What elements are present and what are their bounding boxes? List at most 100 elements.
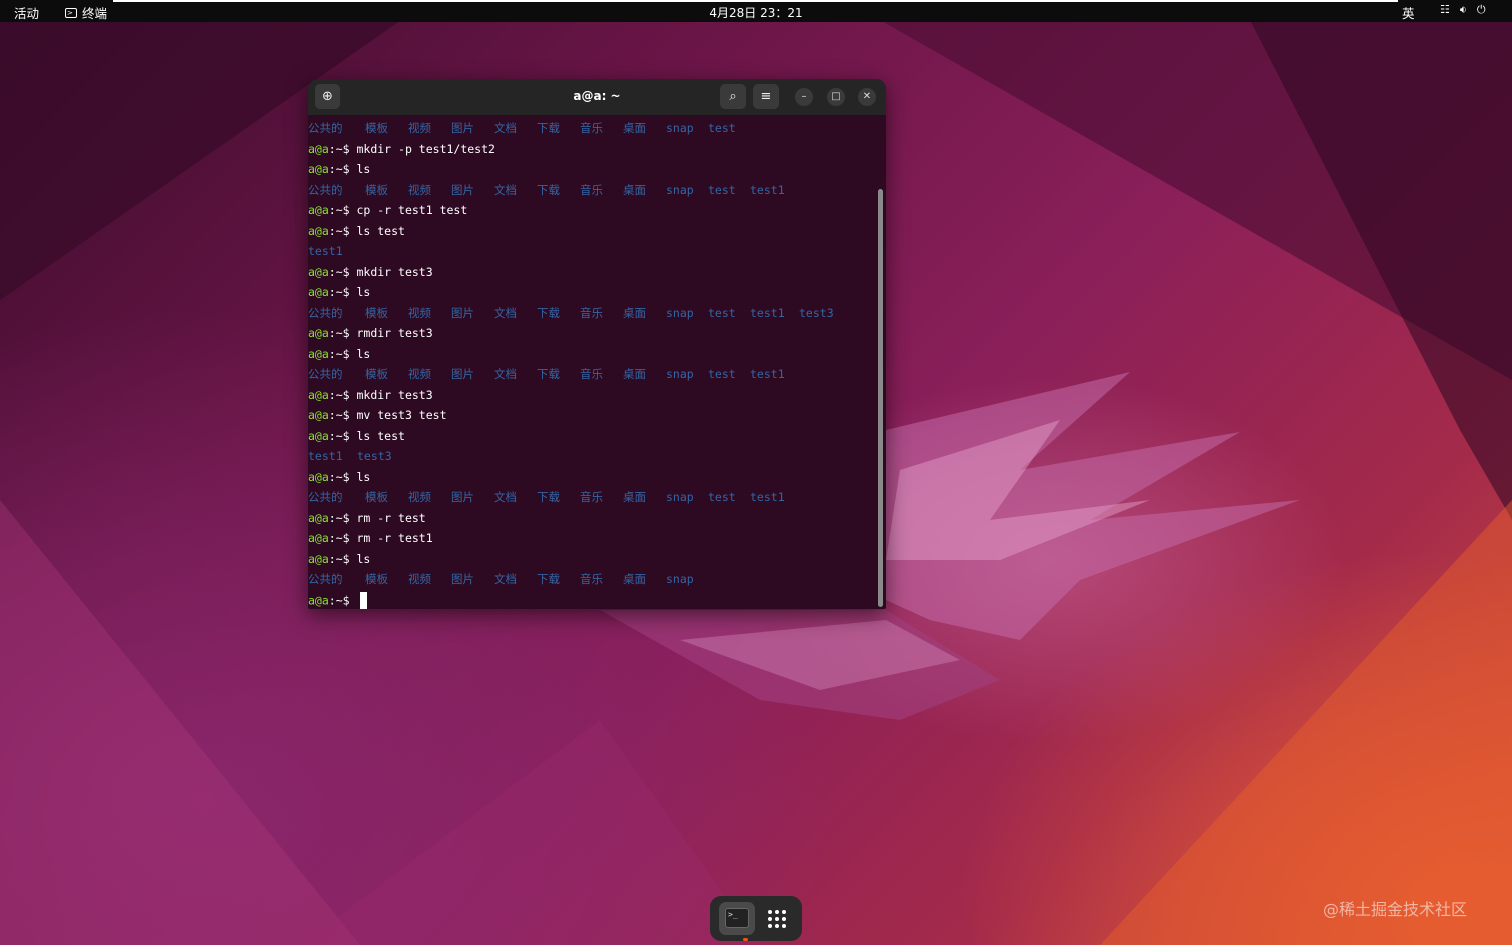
command-text: cp -r test1 test (356, 203, 468, 217)
directory-entry: 文档 (494, 572, 517, 586)
command-line: a@a:~$ ls test (308, 223, 878, 244)
directory-entry: 图片 (451, 182, 474, 197)
directory-entry: 文档 (494, 121, 517, 135)
command-line: a@a:~$ mkdir -p test1/test2 (308, 141, 878, 162)
directory-entry: test1 (308, 449, 343, 463)
directory-entry: test (708, 490, 736, 504)
output-line: test1 test3 (308, 448, 878, 469)
command-line: a@a:~$ ls (308, 346, 878, 367)
directory-entry: test3 (357, 449, 392, 463)
input-method-indicator[interactable]: 英 (1402, 3, 1415, 22)
directory-entry: snap (666, 367, 694, 381)
command-line: a@a:~$ ls (308, 469, 878, 490)
search-icon: ⌕ (729, 89, 737, 104)
directory-entry: test1 (750, 305, 785, 320)
directory-entry: test (708, 367, 736, 381)
watermark: @稀土掘金技术社区 (1323, 900, 1468, 919)
directory-entry: 文档 (494, 182, 517, 197)
command-text: ls (356, 285, 371, 299)
prompt-user: a@a (308, 264, 329, 279)
top-bar-loading-line (113, 0, 1398, 2)
directory-entry: 音乐 (580, 572, 603, 586)
prompt-path: :~$ (328, 141, 357, 156)
directory-entry: 文档 (494, 367, 517, 381)
minimize-icon: – (801, 91, 807, 102)
command-line: a@a:~$ mv test3 test (308, 407, 878, 428)
directory-entry: 公共的 (308, 572, 343, 586)
running-indicator (743, 938, 748, 941)
directory-entry: 桌面 (623, 490, 646, 504)
directory-entry: 下载 (537, 121, 560, 135)
directory-entry: test1 (750, 182, 785, 197)
terminal-titlebar[interactable]: ⊕ a@a: ~ ⌕ ≡ – □ ✕ (308, 79, 886, 115)
directory-entry: snap (666, 121, 694, 135)
directory-entry: 文档 (494, 305, 517, 320)
command-line: a@a:~$ mkdir test3 (308, 387, 878, 408)
terminal-scrollbar[interactable] (878, 189, 883, 607)
directory-entry: snap (666, 572, 694, 586)
directory-entry: 桌面 (623, 305, 646, 320)
command-line: a@a:~$ ls (308, 284, 878, 305)
directory-entry: test (708, 182, 736, 197)
command-line: a@a:~$ ls (308, 161, 878, 182)
prompt-user: a@a (308, 223, 329, 238)
prompt-user: a@a (308, 285, 329, 299)
command-line: a@a:~$ rm -r test1 (308, 530, 878, 551)
active-prompt-line[interactable]: a@a:~$ (308, 591, 878, 609)
directory-entry: snap (666, 490, 694, 504)
command-text: ls (356, 162, 371, 176)
search-button[interactable]: ⌕ (720, 84, 746, 109)
directory-entry: 公共的 (308, 305, 343, 320)
terminal-window[interactable]: ⊕ a@a: ~ ⌕ ≡ – □ ✕ 公共的 模板 视频 图片 文档 下载 音乐 桌面 snap… (308, 79, 886, 609)
dock-terminal-launcher[interactable]: >_ (719, 902, 755, 941)
directory-entry: 桌面 (623, 572, 646, 586)
directory-entry: 音乐 (580, 121, 603, 135)
command-line: a@a:~$ cp -r test1 test (308, 202, 878, 223)
prompt-user: a@a (308, 551, 329, 566)
prompt-path: :~$ (328, 203, 357, 217)
directory-entry: 公共的 (308, 121, 343, 135)
app-grid-icon[interactable] (768, 910, 786, 928)
directory-entry: 视频 (408, 367, 431, 381)
directory-entry: 下载 (537, 490, 560, 504)
directory-entry: 图片 (451, 572, 474, 586)
prompt-user: a@a (308, 203, 329, 217)
command-text: rmdir test3 (356, 326, 433, 340)
directory-entry: snap (666, 182, 694, 197)
command-line: a@a:~$ ls (308, 551, 878, 572)
power-icon: ⏻ (1476, 3, 1486, 16)
directory-entry: 视频 (408, 305, 431, 320)
prompt-user: a@a (308, 428, 329, 443)
network-icon: ☷ (1440, 3, 1450, 16)
directory-entry: 文档 (494, 490, 517, 504)
directory-entry: 模板 (365, 182, 388, 197)
dock: >_ (710, 896, 802, 941)
maximize-button[interactable]: □ (827, 88, 845, 106)
menu-button[interactable]: ≡ (753, 84, 779, 109)
output-line: 公共的 模板 视频 图片 文档 下载 音乐 桌面 snap test test1 (308, 182, 878, 203)
prompt-path: :~$ (328, 531, 357, 545)
terminal-output[interactable]: 公共的 模板 视频 图片 文档 下载 音乐 桌面 snap test a@a:~$ mkdir -p… (308, 120, 878, 609)
output-line: 公共的 模板 视频 图片 文档 下载 音乐 桌面 snap test test1 test3 (308, 305, 878, 326)
directory-entry: 视频 (408, 490, 431, 504)
prompt-path: :~$ (328, 326, 357, 340)
prompt-user: a@a (308, 593, 329, 607)
command-text: ls (356, 346, 371, 361)
directory-entry: 下载 (537, 305, 560, 320)
close-button[interactable]: ✕ (858, 88, 876, 106)
maximize-icon: □ (831, 91, 841, 102)
output-line: 公共的 模板 视频 图片 文档 下载 音乐 桌面 snap test (308, 120, 878, 141)
system-tray[interactable]: ☷ 🔉︎ ⏻ (1440, 3, 1486, 17)
minimize-button[interactable]: – (795, 88, 813, 106)
command-text: mkdir -p test1/test2 (356, 141, 495, 156)
clock[interactable]: 4月28日 23：21 (0, 4, 1512, 21)
prompt-user: a@a (308, 531, 329, 545)
prompt-path: :~$ (328, 264, 357, 279)
prompt-path: :~$ (328, 162, 357, 176)
directory-entry: test (708, 121, 736, 135)
prompt-user: a@a (308, 387, 329, 402)
directory-entry: 图片 (451, 367, 474, 381)
command-line: a@a:~$ ls test (308, 428, 878, 449)
prompt-path: :~$ (328, 408, 357, 422)
prompt-user: a@a (308, 346, 329, 361)
